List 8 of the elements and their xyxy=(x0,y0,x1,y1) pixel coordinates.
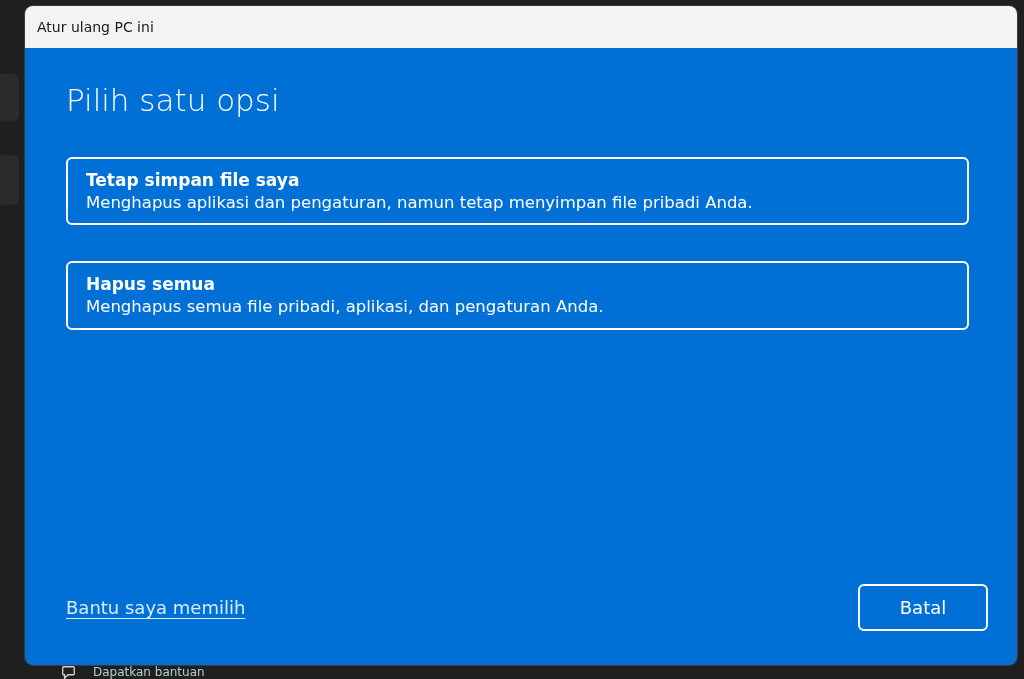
help-link[interactable]: Bantu saya memilih xyxy=(66,594,246,621)
option-button[interactable]: Tetap simpan file saya Menghapus aplikasi dan pengaturan, namun tetap menyimpan file pribadi Anda. xyxy=(66,157,969,226)
option-button[interactable]: Hapus semua Menghapus semua file pribadi, aplikasi, dan pengaturan Anda. xyxy=(66,261,969,330)
chat-icon xyxy=(62,665,75,679)
help-item[interactable]: Dapatkan bantuan xyxy=(93,665,205,679)
cancel-button[interactable]: Batal xyxy=(858,584,988,631)
dialog-heading: Pilih satu opsi xyxy=(66,82,281,120)
window-title: Atur ulang PC ini xyxy=(37,17,154,37)
